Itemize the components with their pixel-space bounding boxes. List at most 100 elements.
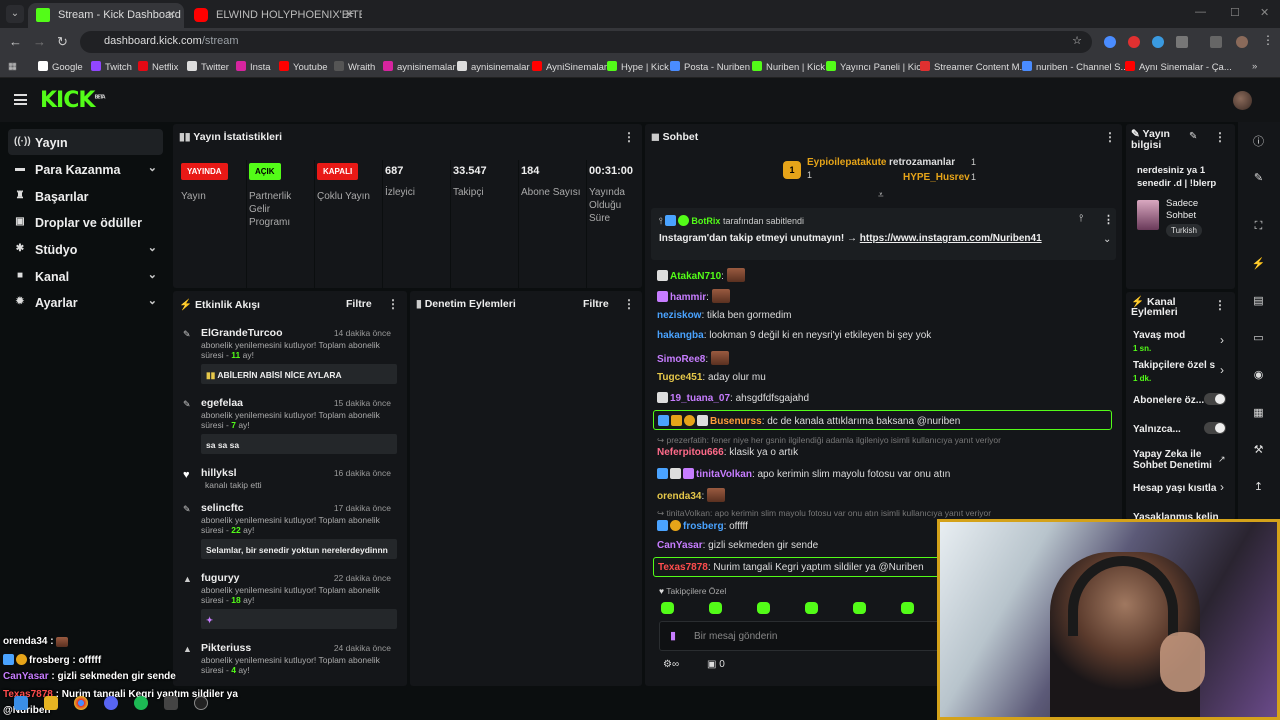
more-options-icon[interactable]: ⋮: [1104, 130, 1116, 144]
forward-icon[interactable]: →: [33, 34, 46, 49]
avatar[interactable]: [1233, 91, 1252, 110]
clip-icon[interactable]: ⛶: [1250, 218, 1267, 235]
slow-mode-item[interactable]: Yavaş mod 1 sn.: [1133, 330, 1231, 354]
profile-icon[interactable]: [1236, 36, 1248, 48]
extension-icon[interactable]: [1128, 36, 1140, 48]
more-options-icon[interactable]: ⋮: [387, 297, 399, 311]
bookmark-item[interactable]: Twitter: [187, 61, 229, 73]
browser-menu-icon[interactable]: ⋮: [1262, 33, 1274, 47]
sidebar-item-para-kazanma[interactable]: ▬ Para Kazanma ⌄: [8, 156, 163, 182]
grid-icon[interactable]: ▦: [1250, 405, 1267, 422]
emote-icon[interactable]: [901, 602, 914, 614]
bookmark-item[interactable]: Nuriben | Kick: [752, 61, 825, 73]
points-counter[interactable]: ▣ 0: [707, 659, 725, 670]
microphone-icon[interactable]: ▮: [670, 629, 676, 642]
bookmark-item[interactable]: Twitch: [91, 61, 132, 73]
tab-search-button[interactable]: ⌄: [6, 5, 24, 23]
reload-icon[interactable]: ↻: [57, 34, 68, 50]
bookmark-item[interactable]: Insta: [236, 61, 271, 73]
bookmark-item[interactable]: Youtube: [279, 61, 328, 73]
chat-bubble-icon[interactable]: ▭: [1250, 330, 1267, 347]
settings-icon[interactable]: ⚙∞: [663, 659, 679, 670]
puzzle-icon[interactable]: [1176, 36, 1188, 48]
lightning-icon[interactable]: ⚡: [1250, 256, 1267, 273]
more-options-icon[interactable]: ⋮: [1214, 298, 1226, 312]
tag-badge[interactable]: Turkish: [1166, 224, 1202, 237]
emote-icon[interactable]: [709, 602, 722, 614]
sidebar-item-studyo[interactable]: ✱ Stüdyo ⌄: [8, 236, 163, 262]
apps-grid-icon[interactable]: ▦: [8, 61, 17, 72]
shield-icon[interactable]: [1152, 36, 1164, 48]
more-options-icon[interactable]: ⋮: [623, 130, 635, 144]
back-icon[interactable]: ←: [9, 34, 22, 49]
chevron-right-icon[interactable]: ›: [1220, 333, 1224, 347]
emote-icon[interactable]: [661, 602, 674, 614]
address-bar[interactable]: dashboard.kick.com/stream ☆: [80, 31, 1092, 53]
kick-logo[interactable]: KICKBETA: [40, 88, 106, 113]
menu-icon[interactable]: [14, 94, 27, 105]
sidebar-item-yayin[interactable]: ((·)) Yayın: [8, 129, 163, 155]
media-icon[interactable]: [1210, 36, 1222, 48]
info-icon[interactable]: ⓘ: [1250, 134, 1267, 151]
chevron-down-icon[interactable]: ⌄: [1103, 234, 1111, 245]
emote-icon[interactable]: [853, 602, 866, 614]
more-bookmarks-icon[interactable]: »: [1252, 61, 1257, 72]
follower-mode-item[interactable]: Takipçilere özel s1 dk.: [1133, 360, 1223, 384]
obs-icon[interactable]: [194, 696, 208, 710]
bookmark-item[interactable]: Wraith: [334, 61, 375, 73]
app-icon[interactable]: [164, 696, 178, 710]
more-options-icon[interactable]: ⋮: [1214, 130, 1226, 144]
bookmark-item[interactable]: AyniSinemalar: [532, 61, 607, 73]
subscriber-mode-toggle[interactable]: [1204, 393, 1226, 405]
minimize-icon[interactable]: —: [1195, 6, 1206, 18]
extension-icon[interactable]: [1104, 36, 1116, 48]
windows-start-icon[interactable]: [14, 696, 28, 710]
bookmark-item[interactable]: Google: [38, 61, 83, 73]
bookmark-item[interactable]: Aynı Sinemalar - Ça...: [1125, 61, 1232, 73]
account-age-item[interactable]: Hesap yaşı kısıtla: [1133, 483, 1225, 494]
chrome-icon[interactable]: [74, 696, 88, 710]
bookmark-item[interactable]: Netflix: [138, 61, 178, 73]
sidebar-item-kanal[interactable]: ■ Kanal ⌄: [8, 263, 163, 289]
tab-kick-dashboard[interactable]: Stream - Kick Dashboard ✕: [28, 3, 184, 28]
tab-youtube[interactable]: ELWIND HOLYPHOENIX'E TEK A ✕: [186, 3, 362, 28]
sidebar-item-droplar[interactable]: ▣ Droplar ve ödüller: [8, 209, 163, 235]
chevron-right-icon[interactable]: ›: [1220, 363, 1224, 377]
broadcast-icon[interactable]: ◉: [1250, 367, 1267, 384]
bookmark-item[interactable]: Yayıncı Paneli | Kick: [826, 61, 926, 73]
wrench-icon[interactable]: ⚒: [1250, 442, 1267, 459]
bookmark-item[interactable]: Posta - Nuriben: [670, 61, 750, 73]
collapse-icon[interactable]: ↥: [1250, 479, 1267, 496]
sidebar-item-basarilar[interactable]: ♜ Başarılar: [8, 183, 163, 209]
pinned-link[interactable]: https://www.instagram.com/Nuriben41: [860, 233, 1042, 244]
chevron-right-icon[interactable]: ›: [1220, 480, 1224, 494]
maximize-icon[interactable]: ☐: [1230, 6, 1240, 19]
pencil-icon[interactable]: ✎: [1250, 170, 1267, 187]
filter-button[interactable]: Filtre: [583, 298, 609, 310]
unpin-icon[interactable]: ⫯: [1079, 213, 1083, 224]
bookmark-item[interactable]: Streamer Content M...: [920, 61, 1027, 73]
discord-icon[interactable]: [104, 696, 118, 710]
expand-leaderboard-icon[interactable]: ⩡: [878, 190, 884, 201]
external-link-icon[interactable]: ↗: [1218, 454, 1226, 465]
emote-icon[interactable]: [805, 602, 818, 614]
edit-icon[interactable]: ✎: [1189, 131, 1197, 142]
filter-button[interactable]: Filtre: [346, 298, 372, 310]
more-options-icon[interactable]: ⋮: [623, 297, 635, 311]
file-explorer-icon[interactable]: [44, 696, 58, 710]
chat-input[interactable]: ▮ Bir mesaj gönderin: [659, 621, 949, 651]
sidebar-item-ayarlar[interactable]: ✹ Ayarlar ⌄: [8, 289, 163, 315]
document-icon[interactable]: ▤: [1250, 293, 1267, 310]
emote-icon[interactable]: [757, 602, 770, 614]
bookmark-item[interactable]: aynisinemalar: [383, 61, 456, 73]
close-tab-icon[interactable]: ✕: [167, 8, 176, 21]
more-options-icon[interactable]: ⋮: [1103, 213, 1114, 226]
emote-only-toggle[interactable]: [1204, 422, 1226, 434]
bookmark-item[interactable]: nuriben - Channel S...: [1022, 61, 1128, 73]
ai-moderation-item[interactable]: Yapay Zeka ile Sohbet Denetimi: [1133, 449, 1221, 471]
spotify-icon[interactable]: [134, 696, 148, 710]
new-tab-button[interactable]: +: [346, 5, 354, 21]
bookmark-item[interactable]: Hype | Kick: [607, 61, 669, 73]
close-window-icon[interactable]: ✕: [1260, 6, 1269, 19]
bookmark-star-icon[interactable]: ☆: [1072, 34, 1082, 47]
